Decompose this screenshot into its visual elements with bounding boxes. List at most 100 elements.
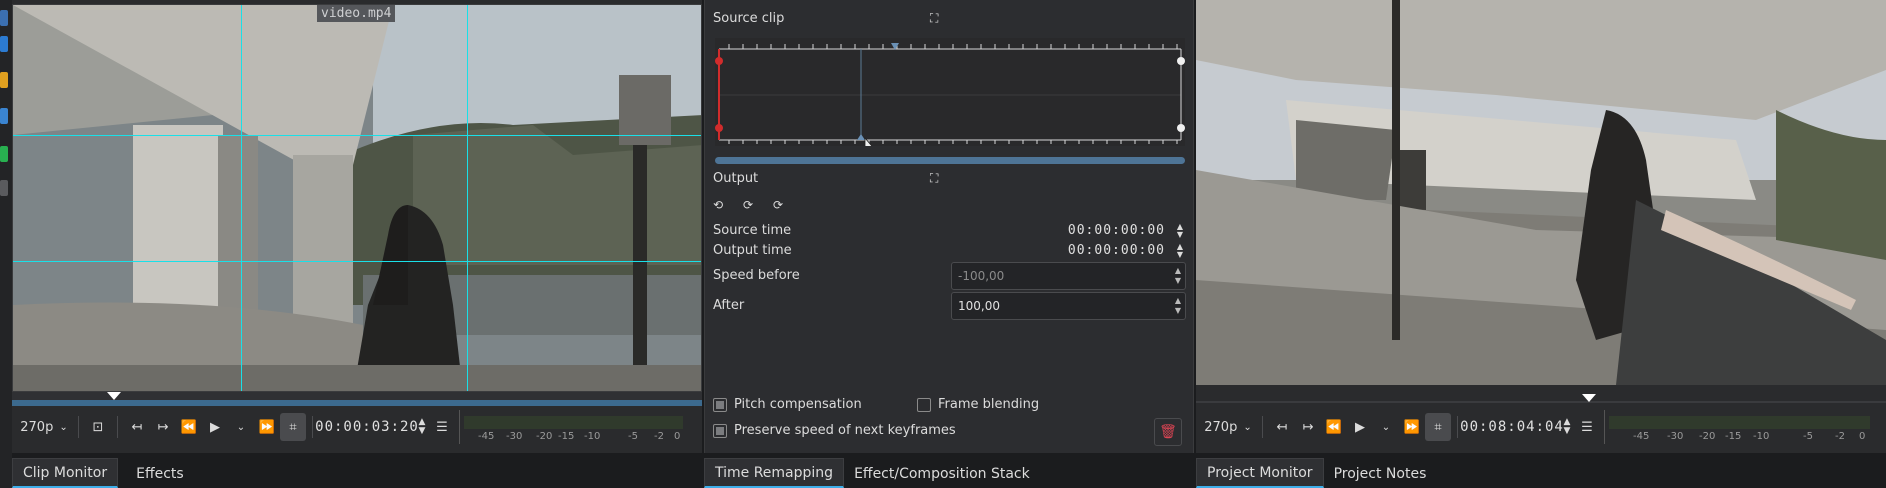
separator: [78, 416, 79, 438]
audio-scale-label: -2: [654, 431, 664, 442]
rewind-icon[interactable]: ⏪: [176, 413, 202, 441]
chevron-down-icon: ⌄: [1243, 421, 1252, 433]
after-speed-field[interactable]: 100,00 ▲ ▼: [951, 292, 1186, 320]
tool-icon[interactable]: [0, 36, 8, 52]
timecode-spin-icon[interactable]: ▲ ▼: [415, 413, 429, 441]
hamburger-icon[interactable]: ☰: [429, 413, 455, 441]
tab-project-notes[interactable]: Project Notes: [1324, 458, 1437, 488]
set-out-point-icon[interactable]: ↦: [150, 413, 176, 441]
add-keyframe-icon[interactable]: ⟳: [743, 198, 763, 212]
middle-dock-tabbar: Time Remapping Effect/Composition Stack: [704, 455, 1040, 488]
resolution-select[interactable]: 270p ⌄: [16, 413, 72, 441]
resolution-select[interactable]: 270p ⌄: [1200, 413, 1256, 441]
hamburger-icon[interactable]: ☰: [1574, 413, 1600, 441]
crop-icon[interactable]: ⌗: [1425, 413, 1451, 441]
spin-arrows-icon[interactable]: ▲ ▼: [1177, 222, 1183, 239]
clip-timecode[interactable]: 00:00:03:20: [315, 413, 418, 441]
previous-keyframe-icon[interactable]: ⟲: [713, 198, 733, 212]
audio-meter-bar: [464, 416, 683, 424]
separator: [1262, 416, 1263, 438]
clip-audio-meter: -45 -30 -20 -15 -10 -5 -2 0: [459, 410, 687, 444]
set-in-point-icon[interactable]: ↤: [1269, 413, 1295, 441]
audio-scale-label: -30: [1667, 431, 1684, 442]
separator: [117, 416, 118, 438]
preserve-speed-checkbox[interactable]: [713, 423, 727, 438]
chevron-down-icon: ⌄: [59, 421, 68, 433]
source-time-row: Source time 00:00:00:00 ▲ ▼: [713, 222, 1185, 239]
tab-project-monitor[interactable]: Project Monitor: [1196, 458, 1324, 488]
fast-forward-icon[interactable]: ⏩: [1399, 413, 1425, 441]
audio-meter-bar: [464, 424, 683, 429]
tool-icon[interactable]: [0, 72, 8, 88]
remap-zoom-bar[interactable]: [715, 157, 1185, 164]
guide-line-vertical: [467, 5, 468, 391]
project-monitor-controls: 270p ⌄ ↤ ↦ ⏪ ▶ ⌄ ⏩ ⌗ 00:08:04:04 ▲ ▼ ☰ -45…: [1200, 410, 1884, 444]
audio-scale-label: -5: [1803, 431, 1813, 442]
speed-before-field[interactable]: -100,00 ▲ ▼: [951, 262, 1186, 290]
rewind-icon[interactable]: ⏪: [1321, 413, 1347, 441]
tool-icon[interactable]: [0, 180, 8, 196]
tool-icon[interactable]: [0, 10, 8, 26]
preserve-speed-label[interactable]: Preserve speed of next keyframes: [734, 423, 956, 438]
remap-keyframe-area[interactable]: [715, 38, 1185, 159]
project-video-image: [1196, 0, 1886, 385]
after-speed-value: 100,00: [958, 299, 1000, 313]
project-timecode[interactable]: 00:08:04:04: [1460, 413, 1563, 441]
play-options-chevron-icon[interactable]: ⌄: [228, 413, 254, 441]
fast-forward-icon[interactable]: ⏩: [254, 413, 280, 441]
playhead-marker[interactable]: [107, 392, 121, 400]
frame-blending-label[interactable]: Frame blending: [938, 397, 1039, 412]
clip-ruler[interactable]: [12, 392, 702, 406]
tab-time-remapping[interactable]: Time Remapping: [704, 458, 845, 488]
trash-icon[interactable]: 🗑: [1154, 418, 1182, 446]
clip-video-image: [13, 5, 701, 391]
speed-before-label: Speed before: [713, 268, 800, 283]
tab-effect-composition-stack[interactable]: Effect/Composition Stack: [844, 458, 1040, 488]
guide-line-horizontal: [13, 135, 701, 136]
project-video-frame[interactable]: [1196, 0, 1886, 385]
source-time-value[interactable]: 00:00:00:00: [1068, 223, 1165, 238]
play-options-chevron-icon[interactable]: ⌄: [1373, 413, 1399, 441]
audio-scale-label: -45: [478, 431, 495, 442]
crop-icon[interactable]: ⌗: [280, 413, 306, 441]
playhead-marker[interactable]: [1582, 394, 1596, 402]
audio-scale-label: -5: [628, 431, 638, 442]
audio-scale-label: -15: [1725, 431, 1742, 442]
audio-scale-label: -30: [506, 431, 523, 442]
guide-line-horizontal: [13, 261, 701, 262]
project-ruler[interactable]: [1196, 385, 1886, 405]
audio-scale-label: -10: [1753, 431, 1770, 442]
audio-scale-label: 0: [674, 431, 681, 442]
remap-ruler-graphic: [715, 43, 1185, 159]
lock-icon[interactable]: ⛶: [930, 171, 938, 186]
output-label: Output: [713, 171, 759, 186]
spin-arrows-icon[interactable]: ▲ ▼: [1175, 266, 1181, 286]
output-header: Output ⛶: [713, 171, 1185, 186]
after-label: After: [713, 298, 745, 313]
spin-arrows-icon[interactable]: ▲ ▼: [1177, 242, 1183, 259]
audio-meter-bar: [1609, 416, 1870, 424]
audio-scale-label: -45: [1633, 431, 1650, 442]
timecode-spin-icon[interactable]: ▲ ▼: [1560, 413, 1574, 441]
insert-zone-icon[interactable]: ⊡: [85, 413, 111, 441]
spin-arrows-icon[interactable]: ▲ ▼: [1175, 296, 1181, 316]
pitch-compensation-checkbox[interactable]: [713, 397, 727, 412]
tab-clip-monitor[interactable]: Clip Monitor: [12, 458, 119, 488]
frame-blending-checkbox[interactable]: [917, 397, 931, 412]
tool-icon[interactable]: [0, 146, 8, 162]
tab-effects[interactable]: Effects: [126, 458, 194, 488]
lock-icon[interactable]: ⛶: [930, 11, 938, 26]
play-icon[interactable]: ▶: [202, 413, 228, 441]
set-out-point-icon[interactable]: ↦: [1295, 413, 1321, 441]
audio-scale-label: -20: [536, 431, 553, 442]
time-remapping-panel: Source clip ⛶ Output ⛶ ⟲ ⟳ ⟳ Source time…: [704, 0, 1194, 453]
next-keyframe-icon[interactable]: ⟳: [773, 198, 793, 212]
guide-line-vertical: [241, 5, 242, 391]
output-time-value[interactable]: 00:00:00:00: [1068, 243, 1165, 258]
resolution-value: 270p: [1204, 419, 1238, 435]
pitch-compensation-label[interactable]: Pitch compensation: [734, 397, 862, 412]
clip-video-frame[interactable]: video.mp4: [12, 4, 702, 392]
play-icon[interactable]: ▶: [1347, 413, 1373, 441]
set-in-point-icon[interactable]: ↤: [124, 413, 150, 441]
tool-icon[interactable]: [0, 108, 8, 124]
